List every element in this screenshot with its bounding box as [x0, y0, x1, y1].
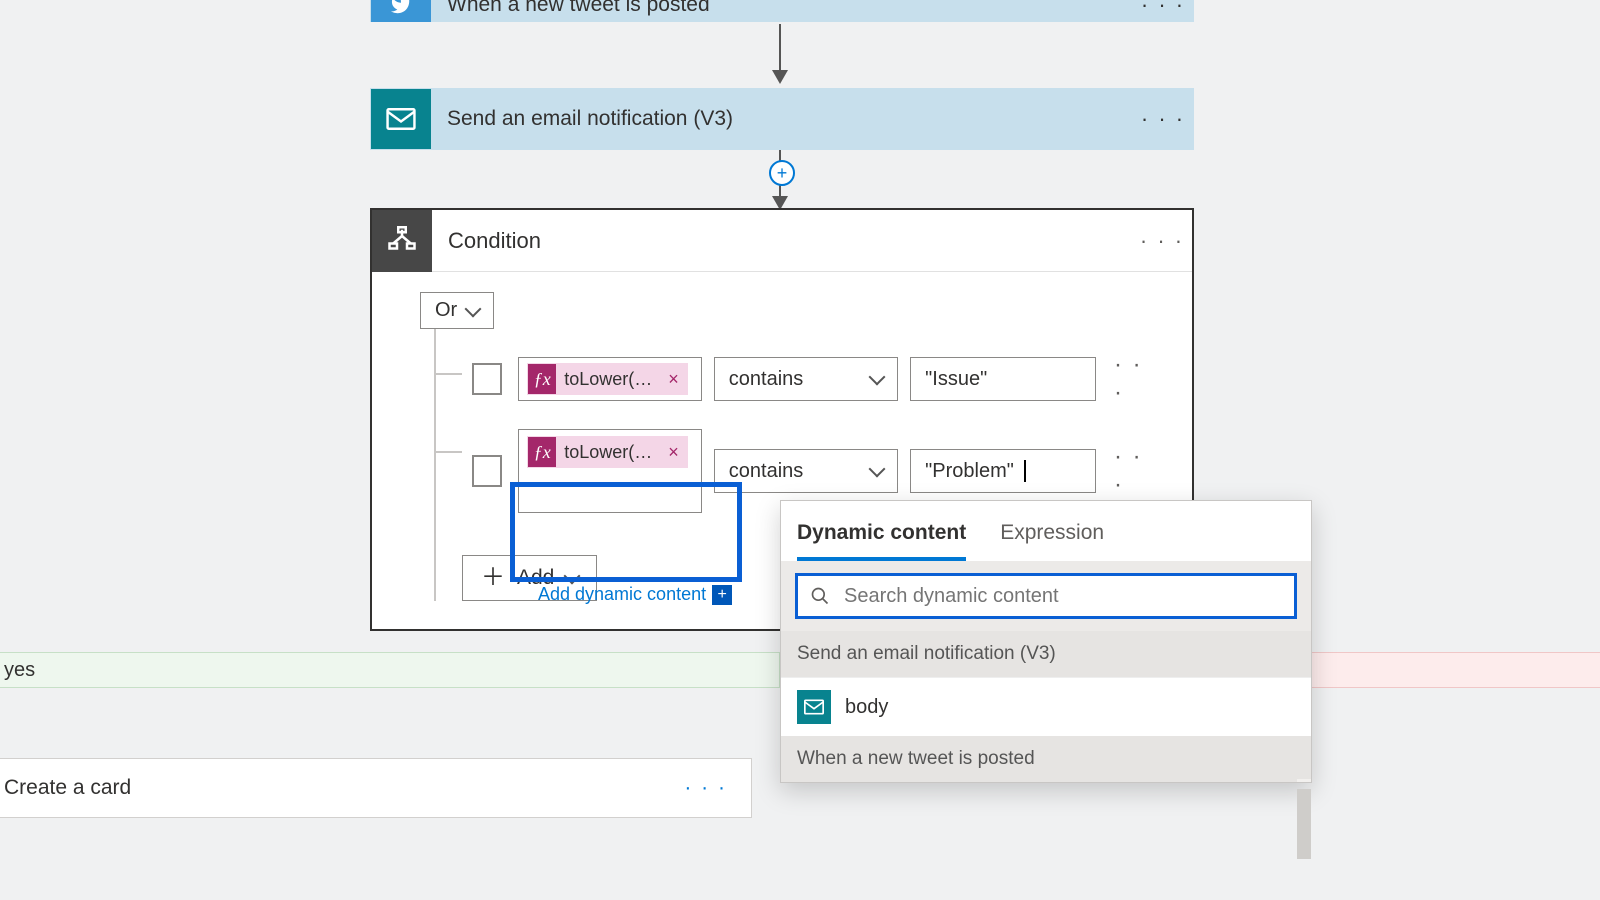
condition-right-value[interactable]: "Issue"	[910, 357, 1096, 401]
email-icon	[371, 89, 431, 149]
fx-icon: ƒx	[528, 436, 556, 468]
condition-icon	[372, 210, 432, 272]
search-icon	[810, 586, 830, 606]
condition-row: ƒx toLower(… × contains "Issue" · · ·	[436, 329, 1164, 407]
row-more-icon[interactable]: · · ·	[1108, 443, 1164, 499]
group-operator-dropdown[interactable]: Or	[420, 292, 494, 329]
condition-header[interactable]: Condition · · ·	[372, 210, 1192, 272]
search-input[interactable]	[844, 585, 1282, 608]
condition-title: Condition	[432, 228, 1132, 254]
tab-expression[interactable]: Expression	[1000, 515, 1104, 561]
more-icon[interactable]: · · ·	[1133, 106, 1193, 132]
flow-step-label: Send an email notification (V3)	[431, 107, 1133, 131]
condition-right-value[interactable]: "Problem"	[910, 449, 1096, 493]
dynamic-content-flyout: Dynamic content Expression Send an email…	[780, 500, 1312, 783]
add-step-button[interactable]: +	[769, 160, 795, 186]
remove-chip-button[interactable]: ×	[660, 369, 687, 390]
email-icon	[797, 690, 831, 724]
expression-text: toLower(…	[556, 442, 660, 463]
more-icon[interactable]: · · ·	[1133, 0, 1193, 18]
flyout-group-header: When a new tweet is posted	[781, 736, 1311, 782]
condition-left-value[interactable]: ƒx toLower(… ×	[518, 429, 702, 513]
flow-step-create-card[interactable]: Create a card · · ·	[0, 758, 752, 818]
chevron-down-icon	[564, 568, 581, 585]
operator-label: contains	[729, 368, 804, 391]
expression-text: toLower(…	[556, 369, 660, 390]
text-cursor	[1024, 460, 1026, 482]
operator-label: contains	[729, 460, 804, 483]
add-dynamic-content-link[interactable]: Add dynamic content +	[538, 584, 732, 605]
group-operator-label: Or	[435, 299, 457, 322]
flow-arrow	[770, 24, 790, 84]
flow-step-label: Create a card	[4, 776, 131, 800]
flow-step-email[interactable]: Send an email notification (V3) · · ·	[370, 88, 1194, 150]
flow-step-label: When a new tweet is posted	[431, 0, 1133, 17]
plus-icon: +	[712, 585, 732, 605]
tab-dynamic-content[interactable]: Dynamic content	[797, 515, 966, 561]
flyout-tabs: Dynamic content Expression	[781, 515, 1311, 561]
condition-row: ƒx toLower(… × contains "Problem" · · ·	[436, 407, 1164, 513]
fx-icon: ƒx	[528, 363, 556, 395]
twitter-icon	[371, 0, 431, 22]
scrollbar[interactable]	[1297, 779, 1311, 782]
dynamic-content-item[interactable]: body	[781, 677, 1311, 736]
row-checkbox[interactable]	[472, 455, 502, 487]
scrollbar-thumb[interactable]	[1297, 789, 1311, 859]
item-label: body	[845, 696, 888, 719]
plus-icon: ＋	[481, 566, 505, 590]
row-more-icon[interactable]: · · ·	[1108, 351, 1164, 407]
chevron-down-icon	[465, 300, 482, 317]
operator-dropdown[interactable]: contains	[714, 449, 898, 493]
search-input-wrap	[795, 573, 1297, 619]
remove-chip-button[interactable]: ×	[660, 442, 687, 463]
more-icon[interactable]: · · ·	[1132, 228, 1192, 254]
row-checkbox[interactable]	[472, 363, 502, 395]
expression-chip[interactable]: ƒx toLower(… ×	[527, 436, 688, 468]
operator-dropdown[interactable]: contains	[714, 357, 898, 401]
chevron-down-icon	[869, 369, 886, 386]
more-icon[interactable]: · · ·	[684, 776, 727, 800]
flow-step-twitter[interactable]: When a new tweet is posted · · ·	[370, 0, 1194, 22]
condition-left-value[interactable]: ƒx toLower(… ×	[518, 357, 702, 401]
flyout-group-header: Send an email notification (V3)	[781, 631, 1311, 677]
branch-yes[interactable]: yes	[0, 652, 780, 688]
chevron-down-icon	[869, 461, 886, 478]
expression-chip[interactable]: ƒx toLower(… ×	[527, 363, 688, 395]
